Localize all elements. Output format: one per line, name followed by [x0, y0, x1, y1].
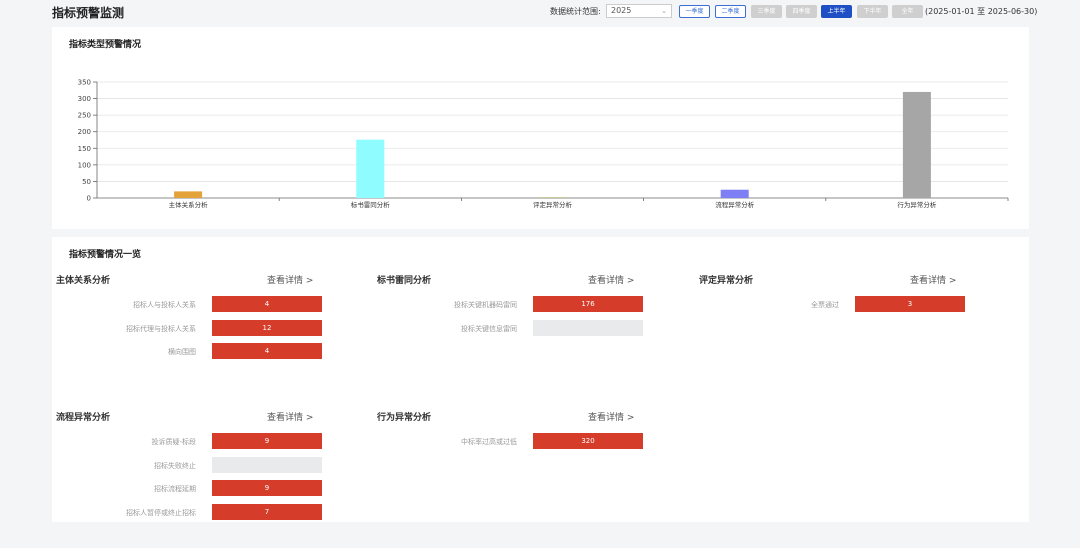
- indicator-label: 招标人与投标人关系: [133, 301, 196, 309]
- first-half-button[interactable]: 上半年: [821, 5, 852, 18]
- indicator-label: 投诉质疑-标段: [151, 438, 196, 446]
- y-tick-label: 150: [78, 145, 91, 153]
- full-year-button[interactable]: 全年: [892, 5, 923, 18]
- indicator-label: 投标关键机器码雷同: [454, 301, 517, 309]
- indicator-count-bar[interactable]: [533, 319, 643, 336]
- x-tick-label: 流程异常分析: [715, 200, 755, 209]
- q1-button[interactable]: 一季度: [679, 5, 710, 18]
- view-details-link[interactable]: 查看详情 >: [267, 273, 313, 286]
- indicator-label: 横向围图: [168, 348, 196, 356]
- x-tick-label: 标书雷同分析: [351, 200, 391, 209]
- y-tick-label: 100: [78, 161, 91, 169]
- indicator-count-bar[interactable]: 4: [212, 296, 322, 312]
- chart-bar: [356, 139, 385, 198]
- list-section-title: 指标预警情况一览: [69, 250, 142, 260]
- q2-button[interactable]: 二季度: [715, 5, 746, 18]
- chevron-down-icon: ⌄: [661, 7, 667, 15]
- indicator-count-bar[interactable]: 12: [212, 319, 322, 336]
- group-title: 评定异常分析: [699, 276, 754, 286]
- chart-card: 指标类型预警情况 0 50 100 150 200 250 300 350 主体关系分析 标书雷同…: [52, 27, 1029, 229]
- indicator-label: 招标代理与投标人关系: [126, 324, 196, 333]
- group-title: 主体关系分析: [56, 276, 111, 286]
- date-range: (2025-01-01 至 2025-06-30): [925, 7, 1038, 16]
- view-details-link[interactable]: 查看详情 >: [588, 410, 634, 423]
- year-value: 2025: [611, 6, 632, 15]
- x-tick-label: 行为异常分析: [897, 200, 937, 209]
- indicator-label: 全票通过: [811, 301, 839, 309]
- indicator-label: 招标人暂停或终止招标: [126, 508, 196, 517]
- page-title: 指标预警监测: [52, 6, 125, 20]
- view-details-link[interactable]: 查看详情 >: [910, 273, 956, 286]
- bar-chart: 0 50 100 150 200 250 300 350 主体关系分析 标书雷同分析 评定异常分析 流…: [78, 79, 1009, 209]
- indicator-count-bar[interactable]: 176: [533, 296, 643, 312]
- year-select[interactable]: 2025 ⌄: [606, 4, 672, 18]
- range-label: 数据统计范围:: [550, 7, 601, 16]
- x-tick-label: 评定异常分析: [533, 200, 573, 209]
- indicator-label: 投标关键信息雷同: [461, 324, 517, 333]
- indicator-count-bar[interactable]: 320: [533, 433, 643, 449]
- indicator-count-bar[interactable]: 7: [212, 503, 322, 520]
- group-title: 行为异常分析: [377, 413, 432, 423]
- indicator-count-bar[interactable]: 3: [855, 296, 965, 312]
- indicator-label: 中标率过高或过低: [461, 438, 517, 446]
- chart-bar: [174, 191, 203, 198]
- indicator-count-bar[interactable]: 9: [212, 480, 322, 496]
- group-title: 标书雷同分析: [377, 276, 432, 286]
- top-bar: 指标预警监测 数据统计范围: 2025 ⌄ 一季度 二季度 三季度 四季度 上半…: [0, 0, 1080, 24]
- second-half-button[interactable]: 下半年: [857, 5, 888, 18]
- view-details-link[interactable]: 查看详情 >: [267, 410, 313, 423]
- x-tick-label: 主体关系分析: [169, 200, 209, 209]
- y-tick-label: 50: [82, 178, 91, 186]
- indicator-count-bar[interactable]: [212, 456, 322, 473]
- indicator-count-bar[interactable]: 4: [212, 343, 322, 359]
- indicator-count-bar[interactable]: 9: [212, 433, 322, 449]
- indicator-label: 招标流程延期: [154, 485, 196, 493]
- view-details-link[interactable]: 查看详情 >: [588, 273, 634, 286]
- chart-bar: [720, 189, 749, 198]
- chart-bar: [538, 197, 567, 198]
- q3-button[interactable]: 三季度: [751, 5, 782, 18]
- indicator-label: 招标失败终止: [154, 461, 196, 470]
- q4-button[interactable]: 四季度: [786, 5, 817, 18]
- y-tick-label: 250: [78, 112, 91, 120]
- y-tick-label: 350: [78, 79, 91, 87]
- y-tick-label: 300: [78, 95, 91, 103]
- y-tick-label: 200: [78, 128, 91, 136]
- group-title: 流程异常分析: [56, 413, 111, 423]
- chart-bar: [902, 91, 931, 198]
- y-tick-label: 0: [87, 195, 91, 203]
- list-card: 指标预警情况一览 主体关系分析 查看详情 > 招标人与投标人关系 4 招标代理与投标人关…: [52, 237, 1029, 522]
